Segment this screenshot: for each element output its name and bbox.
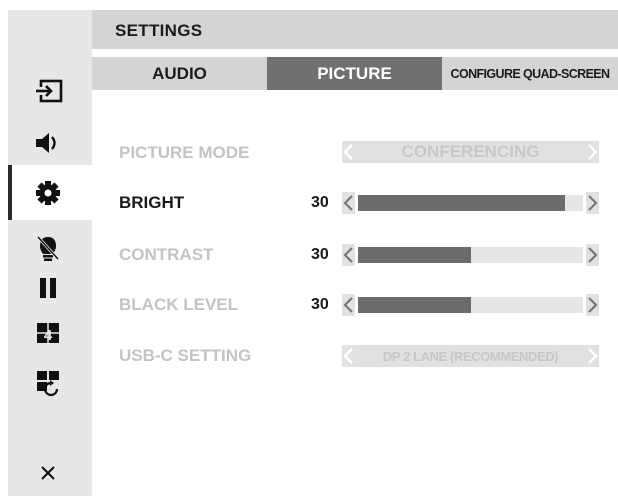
sidebar-item-audio[interactable] bbox=[22, 125, 74, 161]
black-level-slider-fill bbox=[358, 297, 471, 313]
chevron-left-icon[interactable] bbox=[342, 192, 355, 214]
sidebar-item-pause[interactable] bbox=[22, 270, 74, 306]
pause-icon bbox=[33, 275, 63, 301]
tab-configure-quad-screen[interactable]: CONFIGURE QUAD-SCREEN bbox=[442, 57, 618, 90]
input-source-icon bbox=[33, 79, 63, 103]
usbc-setting-selector[interactable]: DP 2 LANE (RECOMMENDED) bbox=[342, 345, 599, 367]
chevron-right-icon[interactable] bbox=[586, 244, 599, 266]
contrast-value: 30 bbox=[311, 246, 329, 263]
usbc-setting-value: DP 2 LANE (RECOMMENDED) bbox=[382, 348, 559, 364]
chevron-left-icon[interactable] bbox=[342, 294, 355, 316]
chevron-right-icon[interactable] bbox=[586, 141, 599, 163]
sidebar-item-rotate-layout[interactable] bbox=[22, 365, 74, 401]
chevron-right-icon[interactable] bbox=[586, 294, 599, 316]
no-light-icon bbox=[33, 233, 63, 263]
contrast-slider[interactable] bbox=[342, 244, 599, 266]
quad-view-4-icon: 4 bbox=[33, 320, 63, 346]
black-level-label: BLACK LEVEL bbox=[119, 295, 238, 314]
usbc-setting-label: USB-C SETTING bbox=[119, 346, 252, 365]
sidebar-item-lighting[interactable] bbox=[22, 230, 74, 266]
bright-slider[interactable] bbox=[342, 192, 599, 214]
sidebar-item-input[interactable] bbox=[22, 73, 74, 109]
black-level-slider[interactable] bbox=[342, 294, 599, 316]
page-title: SETTINGS bbox=[115, 21, 203, 40]
picture-mode-label: PICTURE MODE bbox=[119, 143, 250, 162]
close-icon bbox=[33, 460, 63, 486]
chevron-right-icon[interactable] bbox=[586, 345, 599, 367]
tab-picture[interactable]: PICTURE bbox=[267, 57, 442, 90]
bright-slider-fill bbox=[358, 195, 565, 211]
contrast-slider-fill bbox=[358, 247, 471, 263]
black-level-value: 30 bbox=[311, 296, 329, 313]
bright-label: BRIGHT bbox=[119, 193, 185, 212]
speaker-icon bbox=[33, 131, 63, 155]
tab-audio[interactable]: AUDIO bbox=[92, 57, 267, 90]
black-level-slider-track bbox=[358, 297, 583, 313]
chevron-left-icon[interactable] bbox=[342, 345, 355, 367]
chevron-left-icon[interactable] bbox=[342, 141, 355, 163]
tab-bar: AUDIO PICTURE CONFIGURE QUAD-SCREEN bbox=[92, 57, 618, 90]
chevron-right-icon[interactable] bbox=[586, 192, 599, 214]
contrast-slider-track bbox=[358, 247, 583, 263]
sidebar-item-settings[interactable] bbox=[22, 175, 74, 211]
header-bar: SETTINGS bbox=[92, 10, 618, 49]
chevron-left-icon[interactable] bbox=[342, 244, 355, 266]
picture-mode-value: CONFERENCING bbox=[401, 142, 540, 161]
contrast-label: CONTRAST bbox=[119, 245, 214, 264]
sidebar-item-close[interactable] bbox=[22, 455, 74, 491]
svg-text:4: 4 bbox=[44, 327, 53, 344]
picture-mode-selector[interactable]: CONFERENCING bbox=[342, 141, 599, 163]
sidebar: 4 bbox=[8, 10, 92, 496]
rotate-layout-icon bbox=[33, 368, 63, 398]
bright-slider-track bbox=[358, 195, 583, 211]
bright-value: 30 bbox=[311, 194, 329, 211]
gear-icon bbox=[33, 179, 63, 207]
sidebar-item-quad-view[interactable]: 4 bbox=[22, 315, 74, 351]
